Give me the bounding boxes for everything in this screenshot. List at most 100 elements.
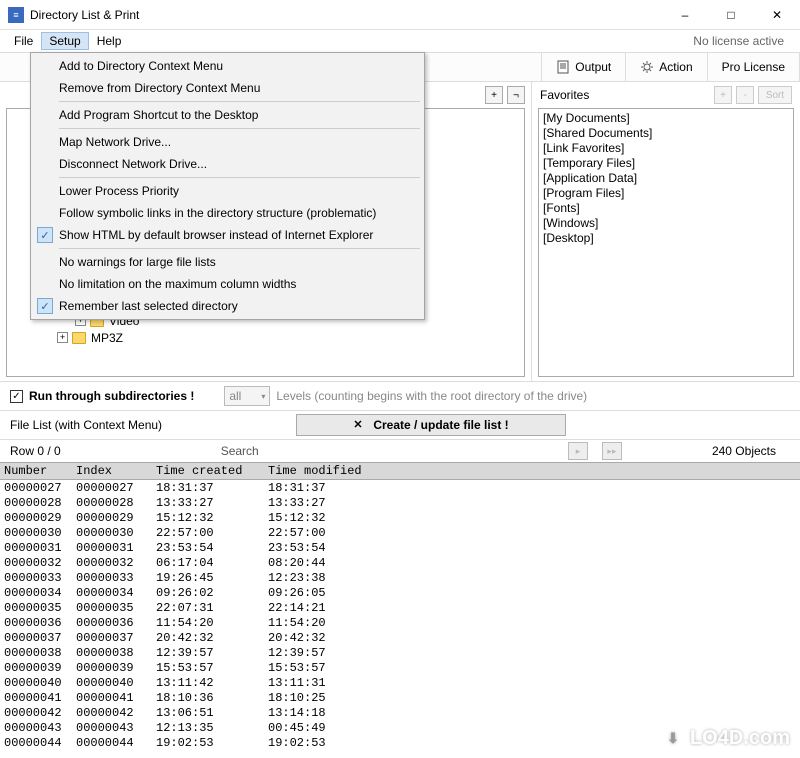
table-row[interactable]: 000000300000003022:57:0022:57:00 bbox=[0, 525, 800, 540]
setup-menu-item[interactable]: No warnings for large file lists bbox=[33, 251, 422, 273]
row-count-label: Row 0 / 0 bbox=[10, 444, 61, 458]
titlebar: ≡ Directory List & Print – □ ✕ bbox=[0, 0, 800, 30]
table-row[interactable]: 000000380000003812:39:5712:39:57 bbox=[0, 645, 800, 660]
objects-count: 240 Objects bbox=[712, 444, 790, 458]
favorites-item[interactable]: [Shared Documents] bbox=[543, 126, 789, 141]
tab-output[interactable]: Output bbox=[541, 53, 626, 81]
table-row[interactable]: 000000360000003611:54:2011:54:20 bbox=[0, 615, 800, 630]
menubar: File Setup Help No license active bbox=[0, 30, 800, 52]
favorites-item[interactable]: [Fonts] bbox=[543, 201, 789, 216]
favorites-remove-button[interactable]: - bbox=[736, 86, 754, 104]
col-time-modified[interactable]: Time modified bbox=[264, 464, 384, 478]
license-status: No license active bbox=[693, 34, 794, 48]
favorites-item[interactable]: [Windows] bbox=[543, 216, 789, 231]
favorites-item[interactable]: [Program Files] bbox=[543, 186, 789, 201]
setup-dropdown: Add to Directory Context Menu Remove from… bbox=[30, 52, 425, 320]
setup-menu-item[interactable]: Disconnect Network Drive... bbox=[33, 153, 422, 175]
favorites-item[interactable]: [Desktop] bbox=[543, 231, 789, 246]
menu-item-label: Remember last selected directory bbox=[59, 299, 238, 313]
app-icon: ≡ bbox=[8, 7, 24, 23]
x-icon: ✕ bbox=[353, 420, 363, 430]
row-status: Row 0 / 0 Search ▸ ▸▸ 240 Objects bbox=[0, 440, 800, 462]
setup-menu-item[interactable]: ✓Remember last selected directory bbox=[33, 295, 422, 317]
minimize-button[interactable]: – bbox=[662, 0, 708, 30]
tree-node[interactable]: + MP3Z bbox=[9, 329, 522, 346]
search-label: Search bbox=[221, 444, 259, 458]
menu-item-label: Show HTML by default browser instead of … bbox=[59, 228, 373, 242]
table-row[interactable]: 000000350000003522:07:3122:14:21 bbox=[0, 600, 800, 615]
favorites-item[interactable]: [Temporary Files] bbox=[543, 156, 789, 171]
favorites-item[interactable]: [Application Data] bbox=[543, 171, 789, 186]
table-row[interactable]: 000000390000003915:53:5715:53:57 bbox=[0, 660, 800, 675]
col-time-created[interactable]: Time created bbox=[152, 464, 264, 478]
table-row[interactable]: 000000280000002813:33:2713:33:27 bbox=[0, 495, 800, 510]
tab-pro-license[interactable]: Pro License bbox=[708, 53, 800, 81]
favorites-item[interactable]: [Link Favorites] bbox=[543, 141, 789, 156]
nav-next-button[interactable]: ▸▸ bbox=[602, 442, 622, 460]
tab-action-label: Action bbox=[659, 60, 692, 74]
table-row[interactable]: 000000290000002915:12:3215:12:32 bbox=[0, 510, 800, 525]
table-row[interactable]: 000000270000002718:31:3718:31:37 bbox=[0, 480, 800, 495]
table-row[interactable]: 000000370000003720:42:3220:42:32 bbox=[0, 630, 800, 645]
favorites-sort-button[interactable]: Sort bbox=[758, 86, 792, 104]
menu-item-label: Map Network Drive... bbox=[59, 135, 171, 149]
close-button[interactable]: ✕ bbox=[754, 0, 800, 30]
table-row[interactable]: 000000440000004419:02:5319:02:53 bbox=[0, 735, 800, 750]
setup-menu-item[interactable]: Add Program Shortcut to the Desktop bbox=[33, 104, 422, 126]
favorites-panel: Favorites + - Sort [My Documents][Shared… bbox=[532, 82, 800, 381]
run-subdirectories-checkbox[interactable]: ✓ bbox=[10, 390, 23, 403]
document-icon bbox=[556, 60, 570, 74]
check-icon: ✓ bbox=[37, 227, 53, 243]
menu-item-label: Lower Process Priority bbox=[59, 184, 179, 198]
file-table[interactable]: Number Index Time created Time modified … bbox=[0, 462, 800, 752]
table-row[interactable]: 000000320000003206:17:0408:20:44 bbox=[0, 555, 800, 570]
tab-action[interactable]: Action bbox=[626, 53, 707, 81]
levels-combo[interactable]: all bbox=[224, 386, 270, 406]
setup-menu-item[interactable]: Add to Directory Context Menu bbox=[33, 55, 422, 77]
path-plus-button[interactable]: + bbox=[485, 86, 503, 104]
table-row[interactable]: 000000420000004213:06:5113:14:18 bbox=[0, 705, 800, 720]
table-row[interactable]: 000000340000003409:26:0209:26:05 bbox=[0, 585, 800, 600]
menu-item-label: Remove from Directory Context Menu bbox=[59, 81, 260, 95]
table-row[interactable]: 000000400000004013:11:4213:11:31 bbox=[0, 675, 800, 690]
folder-icon bbox=[72, 332, 86, 344]
run-subdirectories-label: Run through subdirectories ! bbox=[29, 389, 194, 403]
nav-prev-button[interactable]: ▸ bbox=[568, 442, 588, 460]
col-number[interactable]: Number bbox=[0, 464, 72, 478]
table-row[interactable]: 000000450000004512:16:3412:15:59 bbox=[0, 750, 800, 752]
col-index[interactable]: Index bbox=[72, 464, 152, 478]
setup-menu-item[interactable]: No limitation on the maximum column widt… bbox=[33, 273, 422, 295]
window-title: Directory List & Print bbox=[30, 8, 662, 22]
menu-item-label: Add to Directory Context Menu bbox=[59, 59, 223, 73]
favorites-list[interactable]: [My Documents][Shared Documents][Link Fa… bbox=[538, 108, 794, 377]
levels-text: Levels (counting begins with the root di… bbox=[276, 389, 587, 403]
table-row[interactable]: 000000330000003319:26:4512:23:38 bbox=[0, 570, 800, 585]
maximize-button[interactable]: □ bbox=[708, 0, 754, 30]
favorites-add-button[interactable]: + bbox=[714, 86, 732, 104]
setup-menu-item[interactable]: ✓ Show HTML by default browser instead of… bbox=[33, 224, 422, 246]
menu-help[interactable]: Help bbox=[89, 32, 130, 50]
create-update-label: Create / update file list ! bbox=[373, 418, 508, 432]
tab-output-label: Output bbox=[575, 60, 611, 74]
menu-file[interactable]: File bbox=[6, 32, 41, 50]
table-row[interactable]: 000000310000003123:53:5423:53:54 bbox=[0, 540, 800, 555]
create-update-button[interactable]: ✕ Create / update file list ! bbox=[296, 414, 566, 436]
favorites-label: Favorites bbox=[540, 88, 710, 102]
setup-menu-item[interactable]: Follow symbolic links in the directory s… bbox=[33, 202, 422, 224]
tab-pro-label: Pro License bbox=[722, 60, 785, 74]
path-back-button[interactable]: ¬ bbox=[507, 86, 525, 104]
menu-setup[interactable]: Setup bbox=[41, 32, 88, 50]
tree-label: MP3Z bbox=[91, 331, 123, 345]
menu-item-label: Follow symbolic links in the directory s… bbox=[59, 206, 376, 220]
favorites-item[interactable]: [My Documents] bbox=[543, 111, 789, 126]
table-row[interactable]: 000000430000004312:13:3500:45:49 bbox=[0, 720, 800, 735]
setup-menu-item[interactable]: Lower Process Priority bbox=[33, 180, 422, 202]
setup-menu-item[interactable]: Map Network Drive... bbox=[33, 131, 422, 153]
menu-item-label: No warnings for large file lists bbox=[59, 255, 216, 269]
table-row[interactable]: 000000410000004118:10:3618:10:25 bbox=[0, 690, 800, 705]
menu-item-label: Add Program Shortcut to the Desktop bbox=[59, 108, 258, 122]
menu-item-label: Disconnect Network Drive... bbox=[59, 157, 207, 171]
filelist-header: File List (with Context Menu) ✕ Create /… bbox=[0, 410, 800, 440]
setup-menu-item[interactable]: Remove from Directory Context Menu bbox=[33, 77, 422, 99]
tree-expander[interactable]: + bbox=[57, 332, 68, 343]
